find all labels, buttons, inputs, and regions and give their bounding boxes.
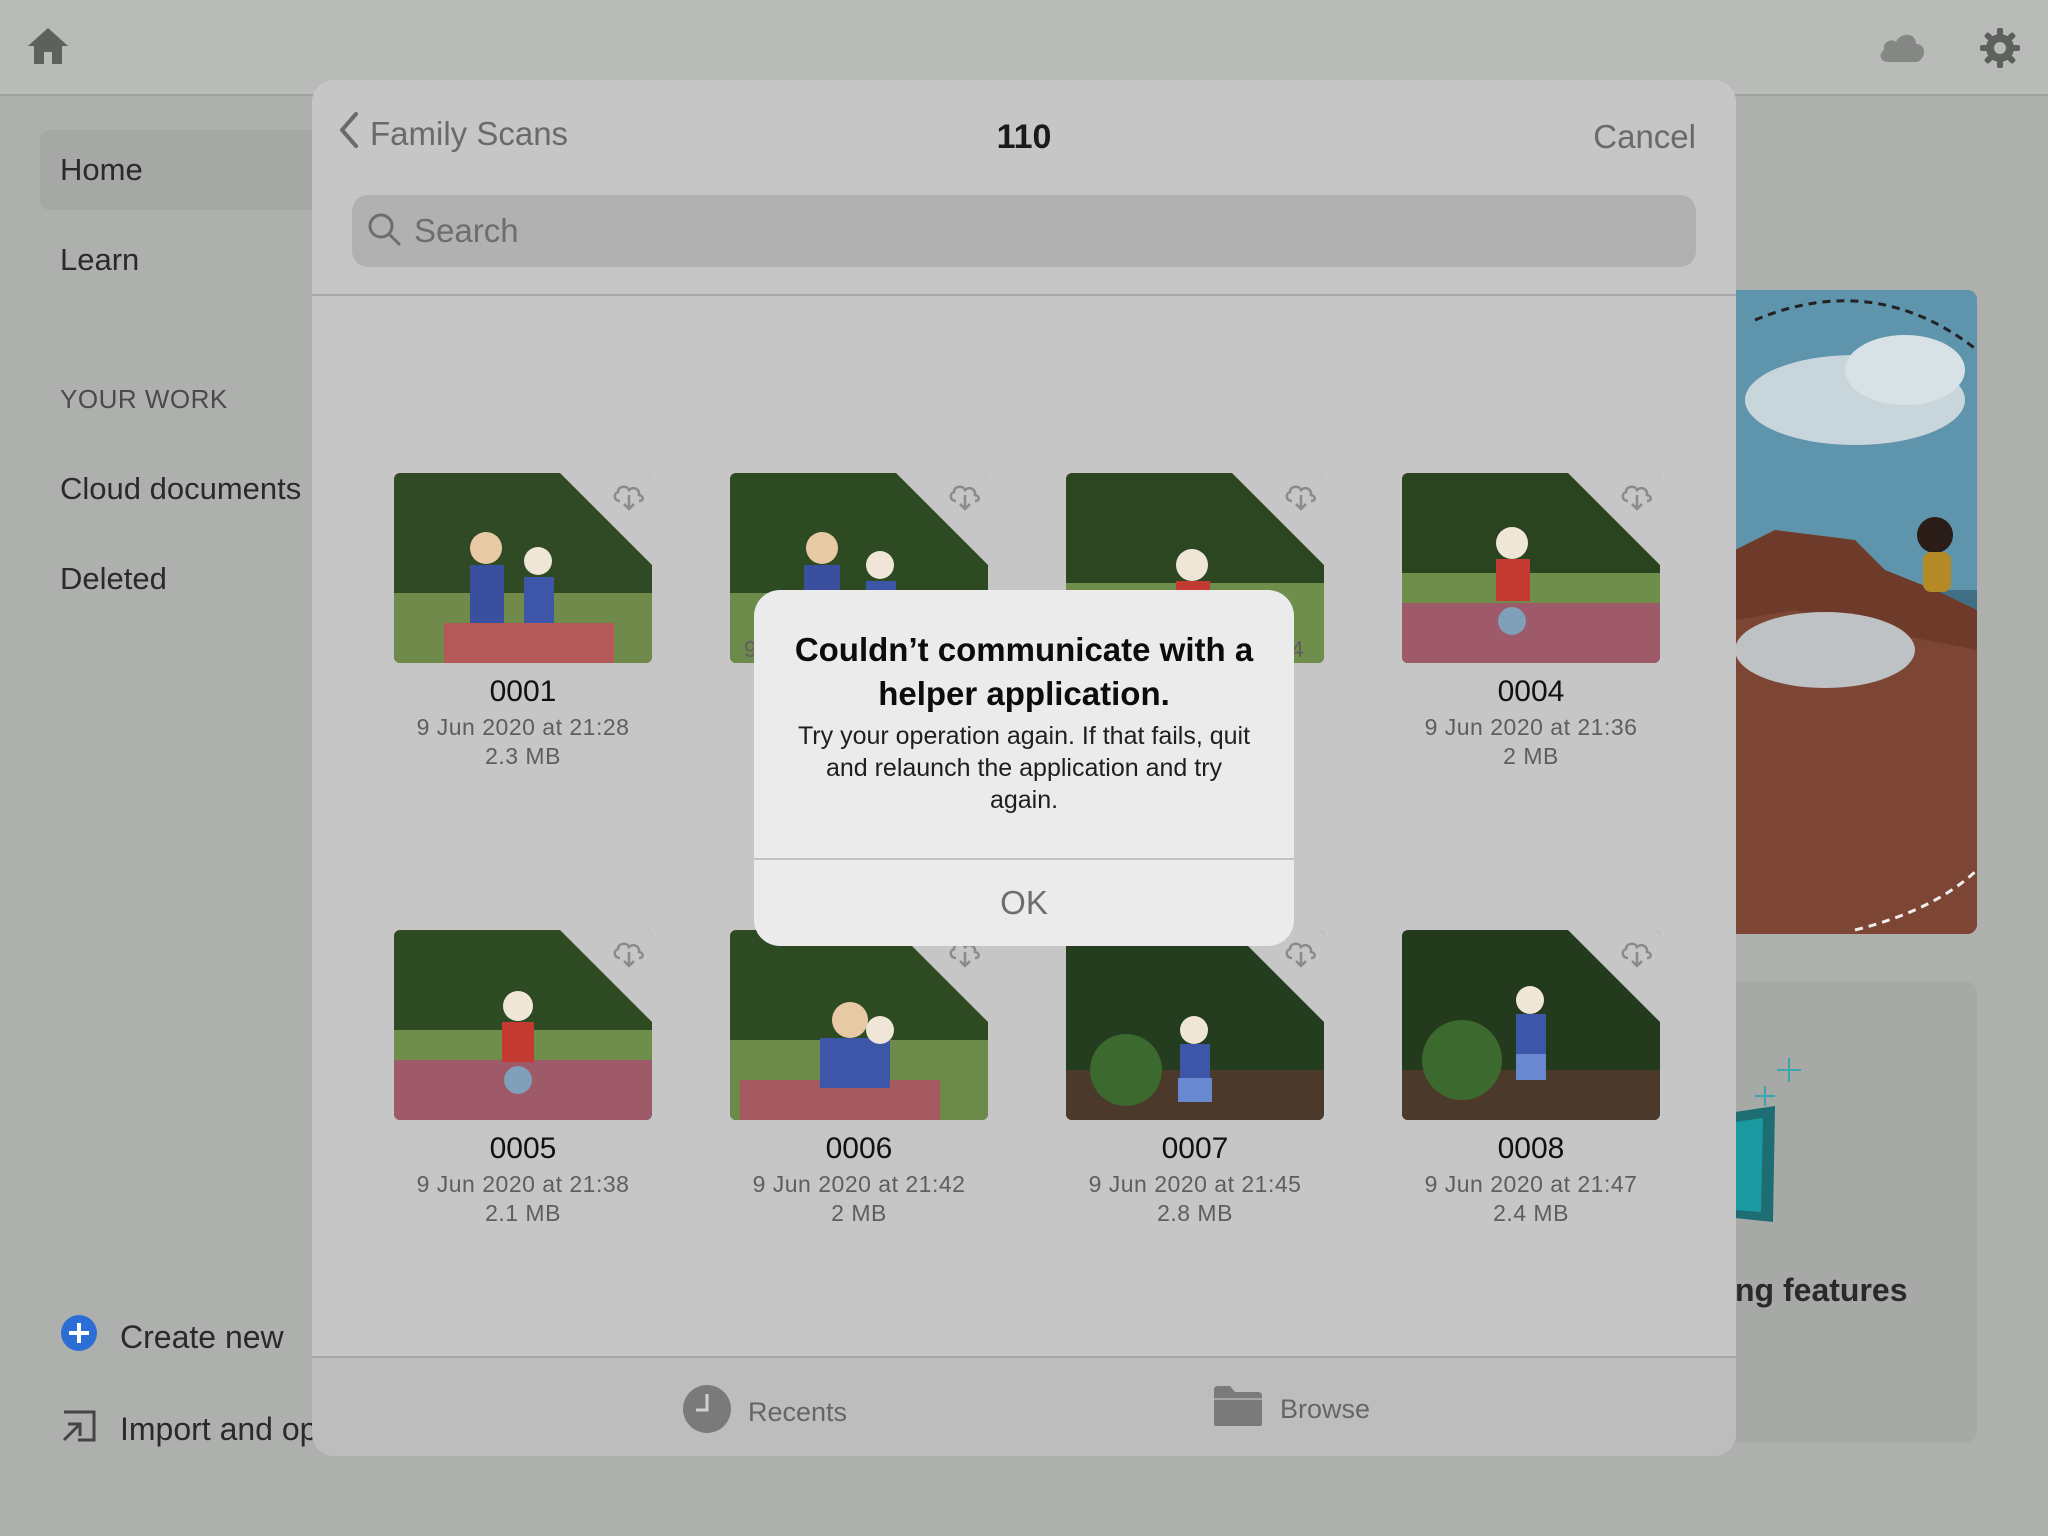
sidebar-item-label: Cloud documents (60, 471, 302, 506)
file-name: 0008 (1497, 1132, 1565, 1165)
file-date: 9 Jun 2020 at 21:38 (416, 1171, 630, 1197)
folder-title: 110 (996, 118, 1052, 156)
import-and-open-label: Import and op (120, 1410, 318, 1447)
feature-card-title: ng features (1735, 1272, 1908, 1308)
file-tile[interactable]: 0006 9 Jun 2020 at 21:42 2 MB (730, 930, 988, 1228)
tab-recents[interactable]: Recents (682, 1384, 847, 1441)
cloud-icon[interactable] (1876, 28, 1928, 69)
alert-title: Couldn’t communicate with a helper appli… (794, 631, 1254, 712)
import-icon (60, 1406, 98, 1452)
file-thumbnail (394, 473, 652, 663)
download-cloud-icon (560, 473, 652, 565)
file-size: 2 MB (831, 1200, 887, 1226)
file-date: 9 Jun 2020 at 21:42 (752, 1171, 966, 1197)
sidebar-item-home[interactable]: Home (40, 130, 340, 210)
hero-image-card (1735, 290, 1977, 934)
file-name: 0005 (489, 1132, 557, 1165)
create-new-button[interactable]: Create new (60, 1314, 284, 1360)
import-and-open-button[interactable]: Import and op (60, 1406, 317, 1452)
download-cloud-icon (1232, 473, 1324, 565)
tab-browse[interactable]: Browse (1212, 1384, 1370, 1435)
sidebar-item-learn[interactable]: Learn (40, 220, 340, 300)
file-thumbnail (394, 930, 652, 1120)
alert-message: Try your operation again. If that fails,… (797, 722, 1251, 814)
search-icon (366, 211, 402, 252)
file-tile[interactable]: 0001 9 Jun 2020 at 21:28 2.3 MB (394, 473, 652, 771)
tab-label: Browse (1280, 1394, 1371, 1424)
sidebar-item-deleted[interactable]: Deleted (40, 539, 340, 619)
file-name: 0007 (1161, 1132, 1229, 1165)
file-size: 2.8 MB (1157, 1200, 1233, 1226)
picker-tab-bar: Recents Browse (312, 1356, 1736, 1456)
file-name: 0006 (825, 1132, 893, 1165)
create-new-label: Create new (120, 1318, 284, 1355)
file-name: 0004 (1497, 675, 1565, 708)
file-size: 2 MB (1503, 743, 1559, 769)
download-cloud-icon (1568, 473, 1660, 565)
folder-icon (1212, 1384, 1264, 1435)
file-tile[interactable]: 0005 9 Jun 2020 at 21:38 2.1 MB (394, 930, 652, 1228)
file-size: 2.4 MB (1493, 1200, 1569, 1226)
file-tile[interactable]: 0007 9 Jun 2020 at 21:45 2.8 MB (1066, 930, 1324, 1228)
section-heading-your-work: YOUR WORK (60, 384, 228, 414)
download-cloud-icon (560, 930, 652, 1022)
search-field[interactable]: Search (352, 195, 1696, 267)
settings-gear-icon[interactable] (1978, 26, 2022, 75)
sidebar: Home Learn YOUR WORK Cloud documents Del… (0, 96, 340, 1536)
picker-header: Family Scans 110 Cancel Search (312, 80, 1736, 296)
feature-illustration (1735, 1058, 1801, 1222)
cancel-button[interactable]: Cancel (1593, 118, 1696, 156)
home-icon[interactable] (26, 26, 70, 71)
ok-button[interactable]: OK (754, 860, 1294, 946)
file-tile[interactable]: 0004 9 Jun 2020 at 21:36 2 MB (1402, 473, 1660, 771)
file-size: 2.1 MB (485, 1200, 561, 1226)
clock-icon (682, 1384, 732, 1441)
file-thumbnail (1402, 930, 1660, 1120)
file-date: 9 Jun 2020 at 21:36 (1424, 714, 1638, 740)
download-cloud-icon (896, 473, 988, 565)
file-tile[interactable]: 0008 9 Jun 2020 at 21:47 2.4 MB (1402, 930, 1660, 1228)
file-thumbnail (730, 930, 988, 1120)
sidebar-item-label: Home (60, 152, 143, 187)
hero-illustration (1735, 290, 1977, 934)
error-alert-dialog: Couldn’t communicate with a helper appli… (754, 590, 1294, 946)
sidebar-item-cloud-documents[interactable]: Cloud documents (40, 449, 340, 529)
search-placeholder: Search (414, 212, 519, 249)
file-name: 0001 (489, 675, 557, 708)
download-cloud-icon (1568, 930, 1660, 1022)
tab-label: Recents (748, 1397, 848, 1427)
file-date: 9 Jun 2020 at 21:28 (416, 714, 630, 740)
plus-circle-icon (60, 1314, 98, 1360)
sidebar-item-label: Deleted (60, 561, 167, 596)
file-thumbnail (1402, 473, 1660, 663)
file-thumbnail (1066, 930, 1324, 1120)
feature-card[interactable]: ng features (1735, 982, 1977, 1442)
file-size: 2.3 MB (485, 743, 561, 769)
file-date: 9 Jun 2020 at 21:47 (1424, 1171, 1638, 1197)
file-date: 9 Jun 2020 at 21:45 (1088, 1171, 1302, 1197)
sidebar-item-label: Learn (60, 242, 140, 277)
